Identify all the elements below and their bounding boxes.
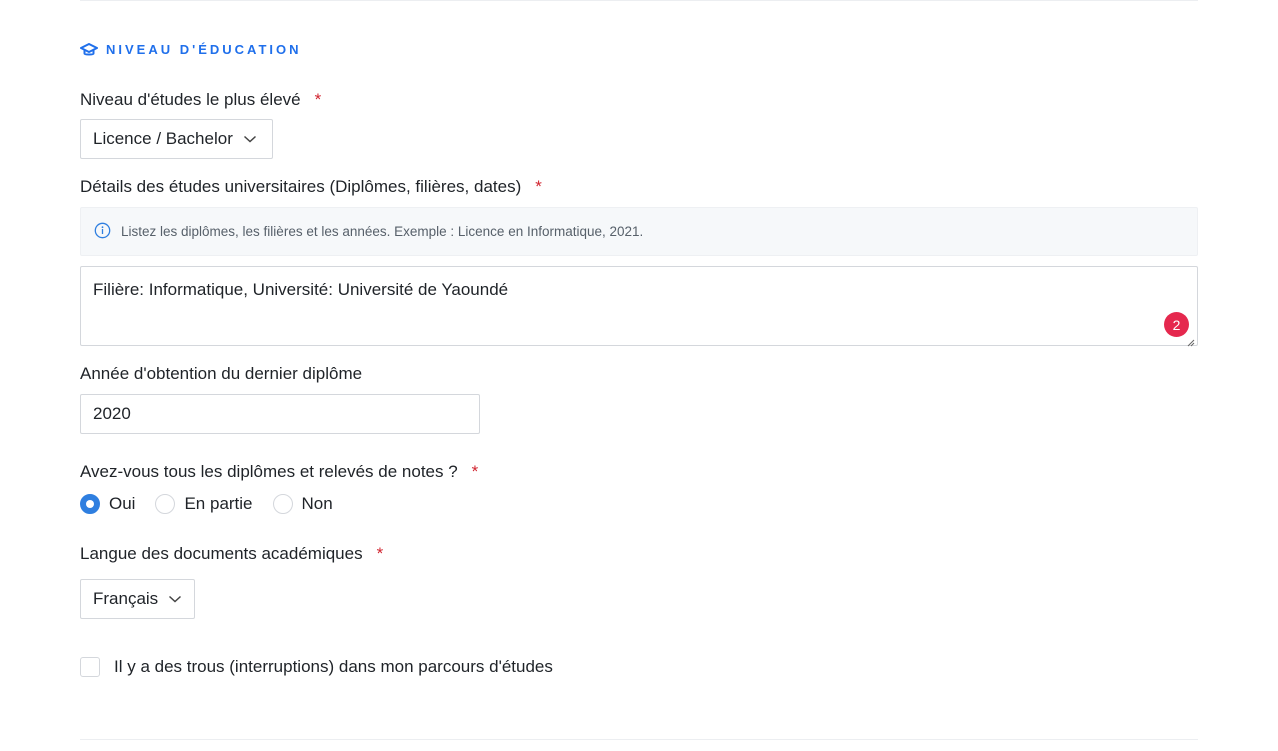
education-form-section: NIVEAU D'ÉDUCATION Niveau d'études le pl… — [0, 0, 1278, 751]
resize-handle-icon[interactable] — [1185, 334, 1195, 347]
documents-language-value: Français — [93, 589, 159, 608]
radio-label: En partie — [184, 494, 253, 513]
all-diplomas-label: Avez-vous tous les diplômes et relevés d… — [80, 462, 478, 482]
documents-language-select[interactable]: Français — [80, 579, 195, 619]
gaps-checkbox[interactable] — [80, 657, 100, 677]
required-mark: * — [376, 544, 384, 563]
university-details-label-text: Détails des études universitaires (Diplô… — [80, 177, 522, 196]
section-header: NIVEAU D'ÉDUCATION — [80, 42, 302, 57]
highest-level-select[interactable]: Licence / Bachelor — [80, 119, 273, 159]
university-details-hint: Listez les diplômes, les filières et les… — [80, 207, 1198, 256]
radio-option-en-partie[interactable]: En partie — [155, 494, 253, 514]
highest-level-label: Niveau d'études le plus élevé * — [80, 90, 321, 110]
info-icon — [94, 222, 111, 242]
graduation-year-value: 2020 — [93, 404, 131, 423]
section-divider-bottom — [80, 739, 1198, 740]
radio-label: Non — [301, 494, 333, 513]
graduation-year-input[interactable]: 2020 — [80, 394, 480, 434]
radio-label: Oui — [109, 494, 136, 513]
highest-level-value: Licence / Bachelor — [93, 129, 233, 148]
documents-language-label: Langue des documents académiques * — [80, 544, 383, 564]
section-title: NIVEAU D'ÉDUCATION — [106, 42, 302, 57]
highest-level-label-text: Niveau d'études le plus élevé — [80, 90, 301, 109]
university-details-value: Filière: Informatique, Université: Unive… — [93, 280, 509, 299]
required-mark: * — [314, 90, 322, 109]
gaps-checkbox-label: Il y a des trous (interruptions) dans mo… — [114, 657, 553, 676]
radio-option-non[interactable]: Non — [272, 494, 333, 514]
section-divider-top — [80, 0, 1198, 1]
gaps-checkbox-row[interactable]: Il y a des trous (interruptions) dans mo… — [80, 657, 553, 677]
university-details-label: Détails des études universitaires (Diplô… — [80, 177, 542, 197]
radio-button-checked[interactable] — [80, 494, 100, 514]
documents-language-label-text: Langue des documents académiques — [80, 544, 363, 563]
hint-text: Listez les diplômes, les filières et les… — [121, 224, 644, 239]
radio-option-oui[interactable]: Oui — [80, 494, 135, 514]
graduation-cap-icon — [80, 42, 98, 57]
radio-button[interactable] — [155, 494, 176, 514]
university-details-textarea[interactable]: Filière: Informatique, Université: Unive… — [80, 266, 1198, 346]
graduation-year-label: Année d'obtention du dernier diplôme — [80, 364, 363, 383]
all-diplomas-label-text: Avez-vous tous les diplômes et relevés d… — [80, 462, 458, 481]
chevron-down-icon — [168, 595, 182, 603]
radio-button[interactable] — [272, 494, 293, 514]
chevron-down-icon — [243, 135, 257, 143]
all-diplomas-radio-group: Oui En partie Non — [80, 494, 353, 514]
required-mark: * — [535, 177, 542, 196]
required-mark: * — [471, 462, 479, 481]
